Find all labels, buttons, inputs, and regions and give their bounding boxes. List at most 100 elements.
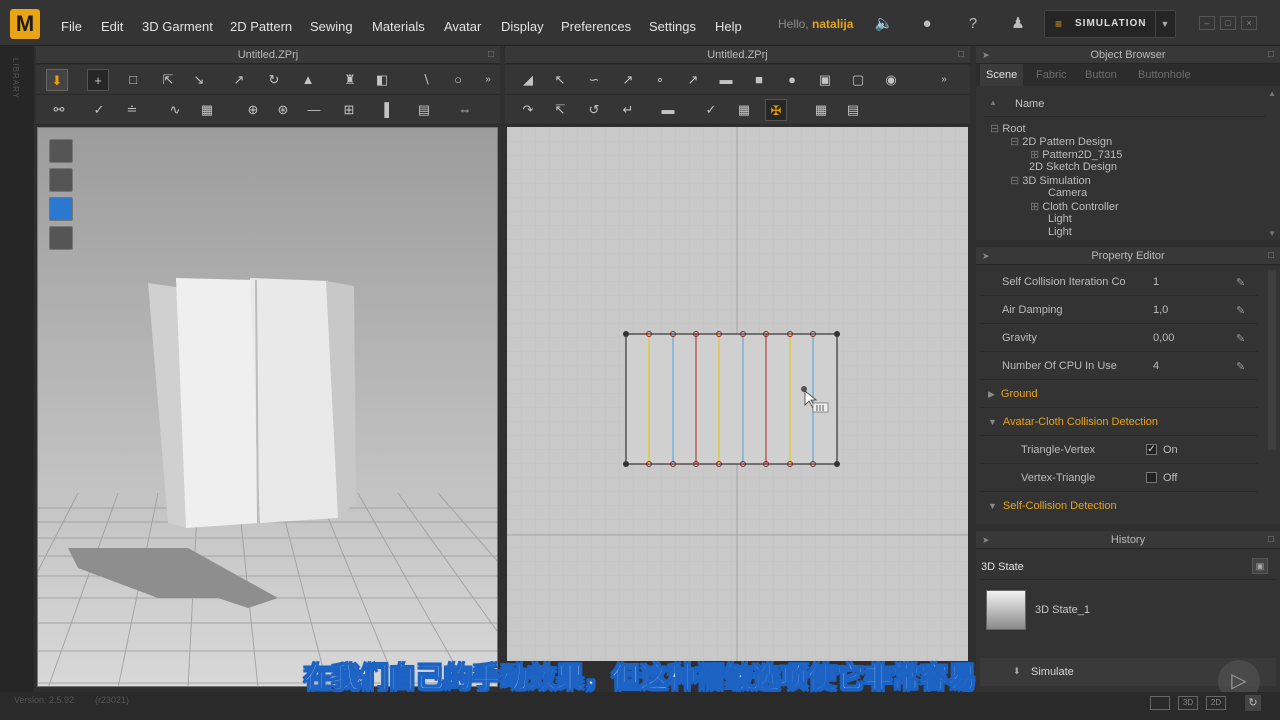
brush-icon[interactable]: ✓ (88, 99, 110, 121)
tree-item-light[interactable]: Light (1048, 226, 1072, 238)
fabric-icon[interactable]: ▦ (196, 99, 218, 121)
refresh-icon[interactable]: ↻ (1245, 695, 1261, 711)
prop-value[interactable]: 4 (1153, 360, 1159, 372)
free-sewing-icon[interactable]: ↸ (549, 99, 571, 121)
expand-arrow-icon[interactable]: ➤ (982, 46, 990, 64)
add-point-icon[interactable]: ↗ (617, 69, 639, 91)
prop-value[interactable]: 1,0 (1153, 304, 1168, 316)
check-sewing-icon[interactable]: ↵ (617, 99, 639, 121)
avatar-pose-icon[interactable]: ⚯ (48, 99, 70, 121)
tree-item-light[interactable]: Light (1048, 213, 1072, 225)
tab-fabric[interactable]: Fabric (1030, 64, 1073, 86)
checkbox-triangle-vertex[interactable]: ✓ (1146, 444, 1157, 455)
tab-buttonhole[interactable]: Buttonhole (1132, 64, 1197, 86)
scroll-down-icon[interactable]: ▼ (1268, 229, 1276, 238)
more-tools-icon[interactable]: » (481, 69, 495, 91)
grid-deselect-icon[interactable]: ▤ (842, 99, 864, 121)
viewport-3d[interactable] (37, 127, 498, 687)
button-tool-icon[interactable]: ⊕ (242, 99, 264, 121)
steam-icon[interactable]: ∿ (164, 99, 186, 121)
viewport-2d[interactable] (507, 127, 968, 661)
tab-scene[interactable]: Scene (980, 64, 1024, 86)
arrangement-icon[interactable]: ◧ (371, 69, 393, 91)
polygon-icon[interactable]: ◢ (517, 69, 539, 91)
layout-3d-icon[interactable]: 3D (1178, 696, 1198, 710)
tree-item-camera[interactable]: Camera (1048, 187, 1087, 199)
grid-select-icon[interactable]: ▦ (810, 99, 832, 121)
prop-value[interactable]: 0,00 (1153, 332, 1174, 344)
rotate-icon[interactable]: ○ (447, 69, 469, 91)
scroll-up-icon[interactable]: ▲ (1268, 89, 1276, 98)
grid-fabric-icon[interactable]: ▦ (733, 99, 755, 121)
undock-icon[interactable]: □ (1268, 531, 1274, 549)
select-move-tool-icon[interactable]: ⬇ (46, 69, 68, 91)
pencil-icon[interactable]: ✎ (1236, 360, 1245, 373)
section-ground[interactable]: ▶ Ground (988, 388, 1038, 400)
menu-materials[interactable]: Materials (372, 19, 425, 34)
undock-icon[interactable]: □ (1268, 46, 1274, 64)
brush-2d-icon[interactable]: ✓ (700, 99, 722, 121)
pencil-icon[interactable]: ✎ (1236, 276, 1245, 289)
select-box-icon[interactable]: □ (122, 69, 144, 91)
menu-sewing[interactable]: Sewing (310, 19, 353, 34)
sort-arrow-icon[interactable]: ▲ (989, 98, 997, 107)
curve-point-icon[interactable]: ∽ (583, 69, 605, 91)
flatten-icon[interactable]: ▤ (413, 99, 435, 121)
tree-item-3d-simulation[interactable]: ⊟ 3D Simulation (1010, 174, 1091, 187)
pencil-icon[interactable]: ✎ (1236, 332, 1245, 345)
menu-edit[interactable]: Edit (101, 19, 123, 34)
tack-icon[interactable]: ▲ (297, 69, 319, 91)
user-icon[interactable]: ● (917, 14, 937, 34)
menu-help[interactable]: Help (715, 19, 742, 34)
menu-preferences[interactable]: Preferences (561, 19, 631, 34)
garment-icon[interactable]: ♜ (339, 69, 361, 91)
measure-icon[interactable]: ≐ (121, 99, 143, 121)
tree-item-2d-pattern-design[interactable]: ⊟ 2D Pattern Design (1010, 135, 1112, 148)
property-scrollbar[interactable] (1268, 270, 1276, 450)
minimize-button[interactable]: – (1199, 16, 1215, 30)
menu-file[interactable]: File (61, 19, 82, 34)
menu-2d-pattern[interactable]: 2D Pattern (230, 19, 292, 34)
tree-item-2d-sketch-design[interactable]: 2D Sketch Design (1029, 161, 1117, 173)
scale-icon[interactable]: ⇱ (157, 69, 179, 91)
ellipse-icon[interactable]: ● (781, 69, 803, 91)
library-strip[interactable]: LIBRARY (0, 46, 34, 692)
expand-arrow-icon[interactable]: ➤ (982, 531, 990, 549)
rectangle-icon[interactable]: ■ (748, 69, 770, 91)
tree-item-pattern[interactable]: ⊞ Pattern2D_7315 (1030, 148, 1122, 161)
undock-icon[interactable]: □ (1268, 247, 1274, 265)
folder-icon[interactable]: ▬ (715, 69, 737, 91)
expand-arrow-icon[interactable]: ➤ (982, 247, 990, 265)
edit-point-icon[interactable]: ↖ (549, 69, 571, 91)
layout-single-icon[interactable] (1150, 696, 1170, 710)
section-avatar-cloth-collision[interactable]: ▼ Avatar-Cloth Collision Detection (988, 416, 1158, 428)
help-icon[interactable]: ? (963, 14, 983, 34)
m-n-sewing-icon[interactable]: ↺ (583, 99, 605, 121)
internal-line-icon[interactable]: ↗ (682, 69, 704, 91)
section-self-collision[interactable]: ▼ Self-Collision Detection (988, 500, 1117, 512)
internal-circle-icon[interactable]: ◉ (880, 69, 902, 91)
fabric-texture-icon[interactable]: ▬ (657, 99, 679, 121)
fold-arrangement-icon[interactable]: ✠ (765, 99, 787, 121)
internal-polygon-icon[interactable]: ▣ (814, 69, 836, 91)
history-thumbnail[interactable] (986, 590, 1026, 630)
simulation-mode-button[interactable]: ≡ SIMULATION ▼ (1044, 10, 1176, 38)
fold-icon[interactable]: ∖ (415, 69, 437, 91)
pin-icon[interactable]: ↘ (188, 69, 210, 91)
chevron-down-icon[interactable]: ▼ (1155, 11, 1175, 37)
layout-2d-icon[interactable]: 2D (1206, 696, 1226, 710)
menu-3d-garment[interactable]: 3D Garment (142, 19, 213, 34)
menu-display[interactable]: Display (501, 19, 544, 34)
garment-view-icon[interactable] (49, 139, 73, 163)
avatar-view-icon[interactable] (49, 168, 73, 192)
maximize-button[interactable]: □ (1220, 16, 1236, 30)
buttonhole-tool-icon[interactable]: ⊛ (272, 99, 294, 121)
menu-settings[interactable]: Settings (649, 19, 696, 34)
speaker-icon[interactable]: 🔈 (874, 14, 894, 34)
more-tools-icon[interactable]: » (937, 69, 951, 91)
tree-item-root[interactable]: ⊟ Root (990, 122, 1026, 135)
close-button[interactable]: × (1241, 16, 1257, 30)
checkbox-vertex-triangle[interactable] (1146, 472, 1157, 483)
internal-rectangle-icon[interactable]: ▢ (847, 69, 869, 91)
avatar-hide-icon[interactable] (49, 226, 73, 250)
